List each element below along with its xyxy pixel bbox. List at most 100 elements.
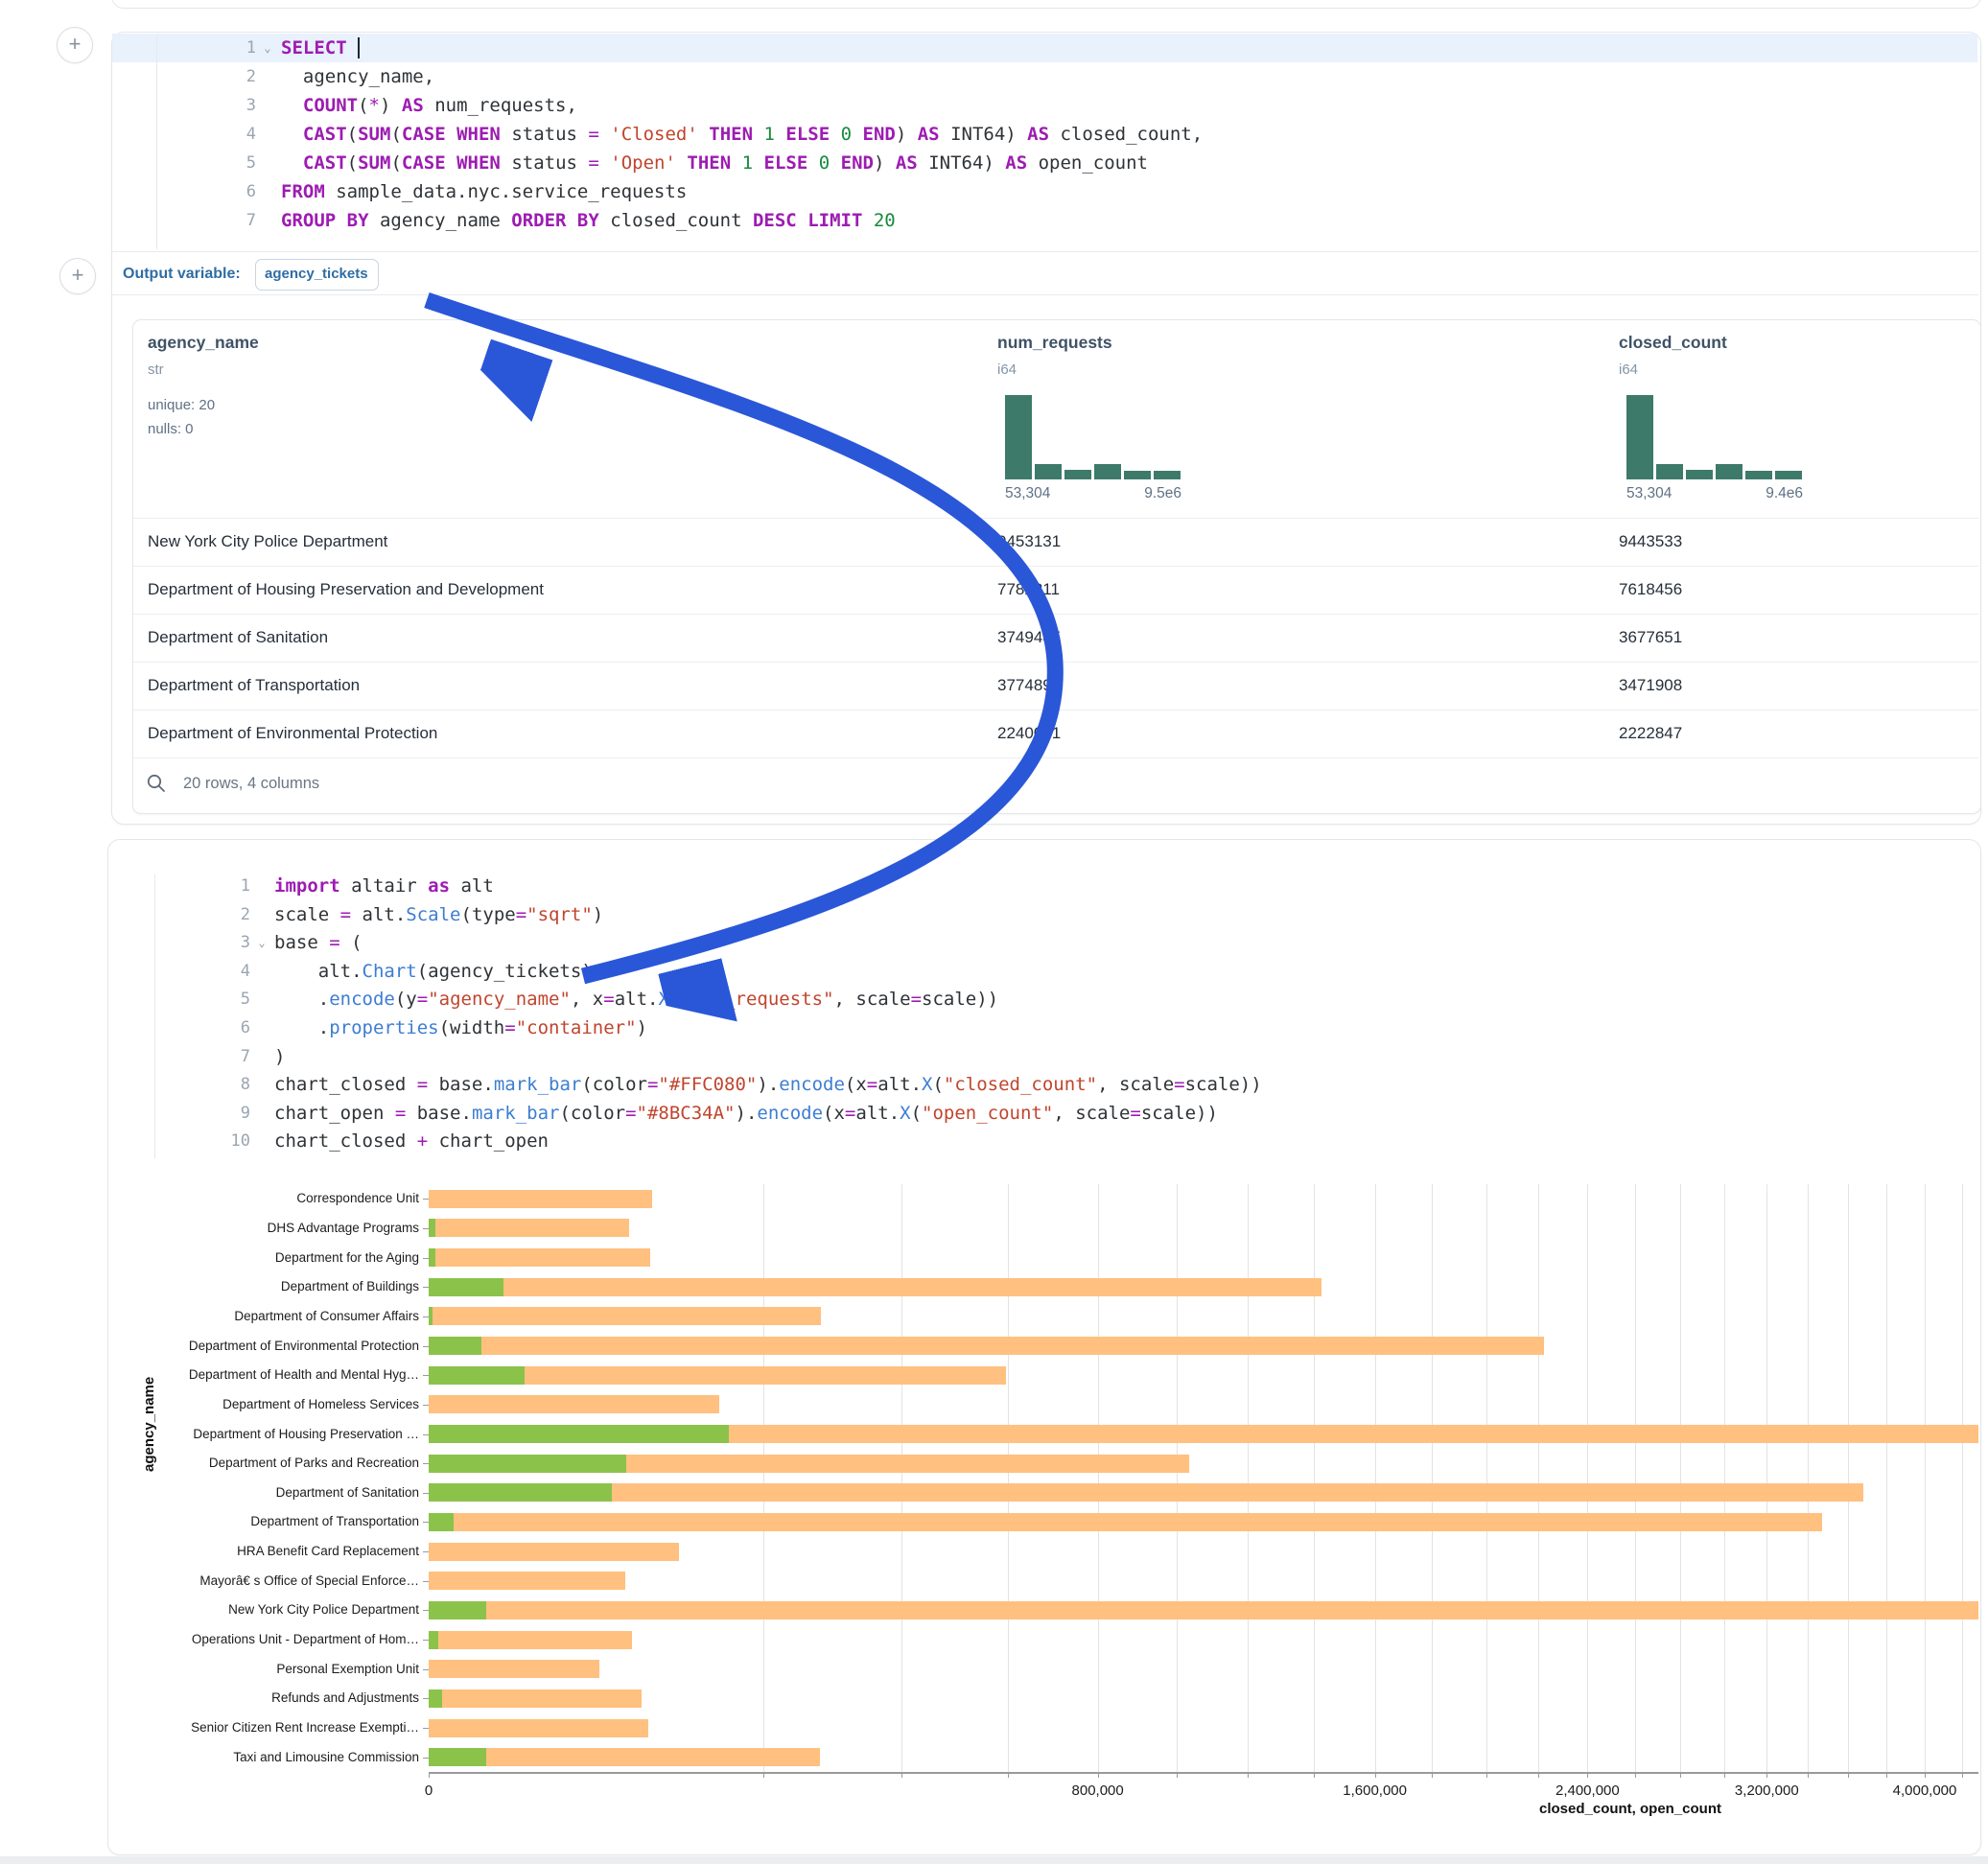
bar-closed bbox=[429, 1190, 652, 1208]
y-axis-tick bbox=[423, 1551, 429, 1552]
search-icon[interactable] bbox=[146, 773, 167, 794]
bar-closed bbox=[429, 1719, 648, 1737]
bar-open bbox=[429, 1689, 442, 1708]
grid-line bbox=[1248, 1184, 1249, 1772]
code-text: ) bbox=[274, 1043, 285, 1072]
fold-chevron-icon[interactable]: ⌄ bbox=[253, 929, 270, 958]
grid-line bbox=[1375, 1184, 1376, 1772]
grid-line bbox=[1635, 1184, 1636, 1772]
column-header: num_requests bbox=[997, 333, 1112, 353]
y-axis-label: New York City Police Department bbox=[112, 1602, 419, 1617]
line-number: 8 bbox=[108, 1071, 250, 1100]
code-text: scale = alt.Scale(type="sqrt") bbox=[274, 901, 603, 930]
fold-chevron-icon[interactable]: ⌄ bbox=[259, 34, 276, 62]
line-number: 9 bbox=[108, 1100, 250, 1129]
page-background-strip bbox=[0, 1856, 1988, 1864]
x-axis-line bbox=[429, 1772, 1978, 1774]
grid-line bbox=[1808, 1184, 1809, 1772]
code-line[interactable]: 5 CAST(SUM(CASE WHEN status = 'Open' THE… bbox=[112, 149, 1977, 177]
code-line[interactable]: 6 .properties(width="container") bbox=[108, 1014, 1977, 1043]
bar-closed bbox=[429, 1660, 599, 1678]
y-axis-tick bbox=[423, 1346, 429, 1347]
code-text: .properties(width="container") bbox=[274, 1014, 647, 1043]
code-line[interactable]: 4 alt.Chart(agency_tickets) bbox=[108, 958, 1977, 987]
grid-line bbox=[763, 1184, 764, 1772]
x-tick-label: 800,000 bbox=[1072, 1782, 1124, 1799]
y-axis-label: Department of Health and Mental Hyg… bbox=[112, 1367, 419, 1382]
y-axis-label: Taxi and Limousine Commission bbox=[112, 1750, 419, 1764]
y-axis-tick bbox=[423, 1463, 429, 1464]
python-code-editor[interactable]: 1import altair as alt2 scale = alt.Scale(… bbox=[108, 873, 1977, 1160]
bar-open bbox=[429, 1425, 729, 1443]
y-axis-label: Department of Sanitation bbox=[112, 1485, 419, 1500]
bar-closed bbox=[429, 1572, 625, 1590]
table-row[interactable] bbox=[133, 518, 1978, 566]
histogram-bar bbox=[1775, 471, 1802, 479]
bar-closed bbox=[429, 1395, 719, 1413]
code-line[interactable]: 9chart_open = base.mark_bar(color="#8BC3… bbox=[108, 1100, 1977, 1129]
histogram-bar bbox=[1154, 471, 1181, 479]
table-row[interactable] bbox=[133, 662, 1978, 710]
bar-closed bbox=[429, 1601, 1978, 1619]
y-axis-tick bbox=[423, 1228, 429, 1229]
add-cell-button[interactable]: + bbox=[57, 27, 93, 63]
code-line[interactable]: 4 CAST(SUM(CASE WHEN status = 'Closed' T… bbox=[112, 120, 1977, 149]
y-axis-label: Department of Buildings bbox=[112, 1279, 419, 1293]
histogram-bar bbox=[1626, 395, 1653, 479]
histogram-bar bbox=[1686, 470, 1713, 479]
line-number: 7 bbox=[108, 1043, 250, 1072]
y-axis-tick bbox=[423, 1199, 429, 1200]
line-number: 2 bbox=[108, 901, 250, 930]
table-row[interactable] bbox=[133, 614, 1978, 662]
previous-cell-remnant bbox=[111, 0, 1981, 9]
histogram-bar bbox=[1716, 464, 1742, 479]
bar-open bbox=[429, 1219, 435, 1237]
sql-code-editor[interactable]: 1⌄SELECT 2 agency_name,3 COUNT(*) AS num… bbox=[112, 34, 1977, 249]
y-axis-label: Department of Housing Preservation … bbox=[112, 1427, 419, 1441]
bar-open bbox=[429, 1366, 525, 1385]
code-line[interactable]: 2 scale = alt.Scale(type="sqrt") bbox=[108, 901, 1977, 930]
bar-open bbox=[429, 1601, 486, 1619]
code-line[interactable]: 6FROM sample_data.nyc.service_requests bbox=[112, 177, 1977, 206]
grid-line bbox=[1925, 1184, 1926, 1772]
bar-open bbox=[429, 1631, 438, 1649]
column-header: agency_name bbox=[148, 333, 259, 353]
table-row-count: 20 rows, 4 columns bbox=[183, 775, 319, 793]
x-tick-label: 3,200,000 bbox=[1735, 1782, 1799, 1799]
y-axis-label: Department of Transportation bbox=[112, 1514, 419, 1528]
column-type: str bbox=[148, 361, 164, 378]
code-line[interactable]: 2 agency_name, bbox=[112, 62, 1977, 91]
code-line[interactable]: 3 COUNT(*) AS num_requests, bbox=[112, 91, 1977, 120]
code-line[interactable]: 10chart_closed + chart_open bbox=[108, 1128, 1977, 1156]
table-row[interactable] bbox=[133, 566, 1978, 614]
output-variable-pill[interactable]: agency_tickets bbox=[255, 259, 379, 291]
grid-line bbox=[1724, 1184, 1725, 1772]
code-line[interactable]: 1⌄SELECT bbox=[112, 34, 1977, 62]
column-stat: unique: 20 bbox=[148, 397, 215, 413]
code-line[interactable]: 1import altair as alt bbox=[108, 873, 1977, 901]
grid-line bbox=[1587, 1184, 1588, 1772]
code-line[interactable]: 8chart_closed = base.mark_bar(color="#FF… bbox=[108, 1071, 1977, 1100]
add-cell-button[interactable]: + bbox=[59, 258, 96, 294]
bar-open bbox=[429, 1513, 454, 1531]
histogram-max-label: 9.4e6 bbox=[1626, 485, 1803, 502]
line-number: 3 bbox=[108, 929, 250, 958]
y-axis-tick bbox=[423, 1640, 429, 1641]
x-tick-label: 1,600,000 bbox=[1343, 1782, 1407, 1799]
code-text: base = ( bbox=[274, 929, 363, 958]
histogram-bar bbox=[1005, 395, 1032, 479]
code-line[interactable]: 3⌄base = ( bbox=[108, 929, 1977, 958]
code-line[interactable]: 5 .encode(y="agency_name", x=alt.X("num_… bbox=[108, 986, 1977, 1014]
y-axis-label: Personal Exemption Unit bbox=[112, 1662, 419, 1676]
table-row[interactable] bbox=[133, 710, 1978, 757]
histogram-bar bbox=[1094, 464, 1121, 479]
y-axis-tick bbox=[423, 1493, 429, 1494]
x-tick-label: 0 bbox=[425, 1782, 433, 1799]
code-line[interactable]: 7GROUP BY agency_name ORDER BY closed_co… bbox=[112, 206, 1977, 235]
line-number: 5 bbox=[112, 149, 256, 177]
active-line-highlight bbox=[112, 34, 1977, 62]
bar-closed bbox=[429, 1513, 1822, 1531]
line-number: 4 bbox=[108, 958, 250, 987]
bar-open bbox=[429, 1248, 435, 1267]
code-line[interactable]: 7) bbox=[108, 1043, 1977, 1072]
